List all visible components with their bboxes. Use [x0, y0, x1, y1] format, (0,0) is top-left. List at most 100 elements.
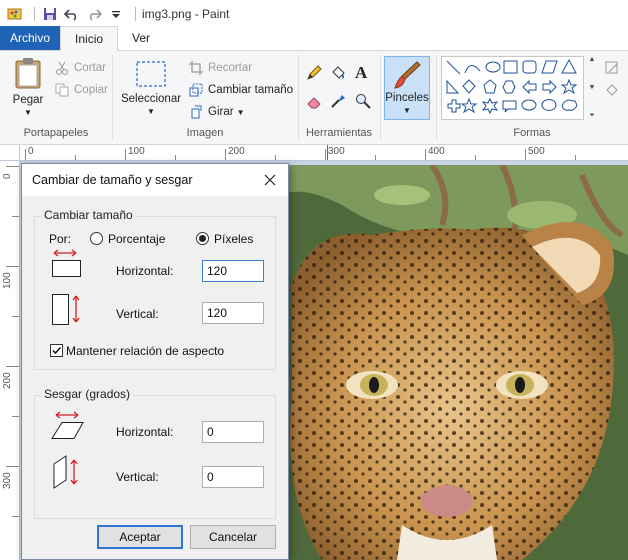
skew-horizontal-input[interactable]	[202, 421, 264, 443]
copy-icon	[54, 82, 70, 98]
eraser-tool[interactable]	[306, 93, 322, 109]
dialog-title: Cambiar de tamaño y sesgar	[32, 173, 193, 187]
dialog-titlebar: Cambiar de tamaño y sesgar	[22, 164, 288, 196]
by-label: Por:	[49, 232, 72, 246]
resize-horizontal-icon	[50, 248, 84, 281]
window-title: img3.png - Paint	[142, 6, 230, 21]
paste-label: Pegar	[12, 94, 44, 106]
vertical-ruler-ticks	[6, 166, 19, 517]
crop-label: Recortar	[208, 62, 253, 74]
crop-button[interactable]: Recortar	[188, 60, 252, 76]
canvas-image[interactable]	[282, 165, 628, 560]
redo-icon[interactable]	[85, 5, 103, 23]
rotate-button[interactable]: Girar ▼	[188, 104, 244, 120]
resize-label: Cambiar tamaño	[208, 84, 294, 96]
fill-tool[interactable]	[330, 65, 346, 81]
keep-ratio-checkbox[interactable]	[50, 344, 63, 357]
shape-outline-icon	[605, 61, 618, 74]
shapes-gallery[interactable]	[441, 56, 584, 120]
title-bar: img3.png - Paint	[0, 0, 628, 27]
keep-ratio-label: Mantener relación de aspecto	[66, 344, 225, 358]
scissors-icon	[54, 60, 70, 76]
ruler-corner	[0, 145, 20, 161]
copy-label: Copiar	[74, 84, 108, 96]
fill-button[interactable]	[604, 82, 620, 98]
resize-legend: Cambiar tamaño	[41, 208, 136, 222]
ruler-top-label: 500	[528, 146, 545, 157]
cut-label: Cortar	[74, 62, 106, 74]
color-picker-tool[interactable]	[330, 93, 346, 109]
ribbon-tabs: Archivo Inicio Ver	[0, 26, 628, 51]
cancel-button[interactable]: Cancelar	[190, 525, 276, 549]
clipboard-group-label: Portapapeles	[23, 127, 89, 139]
image-group-label: Imagen	[186, 127, 224, 139]
brushes-button[interactable]: Pinceles ▼	[384, 56, 430, 120]
magnifier-tool[interactable]	[355, 93, 371, 109]
shapes-group-label: Formas	[513, 127, 551, 139]
rotate-icon	[188, 104, 204, 120]
shape-fill-icon	[606, 84, 618, 96]
resize-vertical-input[interactable]	[202, 302, 264, 324]
resize-horizontal-label: Horizontal:	[116, 264, 174, 278]
brush-icon	[394, 61, 421, 89]
pixels-radio[interactable]	[196, 232, 209, 245]
shapes-more-icon[interactable]: ⏷	[589, 112, 595, 120]
quick-access-dropdown-icon[interactable]	[107, 5, 125, 23]
paint-app-icon	[6, 5, 24, 23]
ruler-left-label: 200	[2, 372, 13, 389]
cut-button[interactable]: Cortar	[54, 60, 106, 76]
resize-skew-dialog: Cambiar de tamaño y sesgar Cambiar tamañ…	[21, 163, 289, 560]
shapes-scroll-down-icon[interactable]: ▼	[589, 84, 596, 91]
leopard-photo	[282, 165, 628, 560]
rotate-label: Girar	[208, 106, 234, 118]
undo-icon[interactable]	[63, 5, 81, 23]
tab-ver[interactable]: Ver	[118, 26, 164, 50]
tab-inicio[interactable]: Inicio	[60, 26, 119, 51]
pencil-icon	[307, 65, 322, 80]
percent-label: Porcentaje	[108, 232, 166, 246]
skew-legend: Sesgar (grados)	[41, 387, 134, 401]
titlebar-divider	[34, 6, 35, 21]
shapes-icons	[446, 58, 578, 115]
close-icon[interactable]	[262, 172, 278, 188]
paint-bucket-icon	[332, 66, 345, 79]
ruler-top-label: 100	[128, 146, 145, 157]
select-button[interactable]: Seleccionar ▼	[118, 59, 184, 116]
ruler-top-label: 200	[228, 146, 245, 157]
save-icon[interactable]	[41, 5, 59, 23]
skew-vertical-label: Vertical:	[116, 470, 159, 484]
magnifier-icon	[356, 94, 371, 109]
skew-vertical-input[interactable]	[202, 466, 264, 488]
select-dropdown-icon[interactable]: ▼	[147, 107, 155, 116]
eraser-icon	[307, 97, 321, 109]
rotate-dropdown-icon[interactable]: ▼	[237, 108, 245, 117]
ruler-top-label: 300	[328, 146, 345, 157]
ruler-top-label: 0	[28, 146, 34, 157]
percent-radio[interactable]	[90, 232, 103, 245]
horizontal-ruler: 0 100 200 300 400 500	[20, 145, 628, 161]
select-label: Seleccionar	[120, 93, 182, 105]
shapes-scroll-up-icon[interactable]: ▲	[589, 56, 596, 63]
tab-archivo[interactable]: Archivo	[0, 26, 61, 50]
tools-group-label: Herramientas	[305, 127, 373, 139]
ruler-top-label: 400	[428, 146, 445, 157]
brushes-label: Pinceles	[385, 92, 429, 104]
text-tool[interactable]: A	[355, 63, 367, 83]
shapes-scroll[interactable]: ▲ ▼ ⏷	[585, 56, 599, 120]
brushes-dropdown-icon[interactable]: ▼	[403, 106, 411, 115]
paste-button[interactable]: Pegar ▼	[8, 57, 48, 117]
pixels-label: Píxeles	[214, 232, 254, 246]
skew-vertical-icon	[50, 454, 84, 493]
resize-icon	[188, 82, 204, 98]
resize-vertical-label: Vertical:	[116, 307, 159, 321]
titlebar-divider	[135, 6, 136, 21]
resize-button[interactable]: Cambiar tamaño	[188, 82, 293, 98]
resize-horizontal-input[interactable]	[202, 260, 264, 282]
outline-button[interactable]	[604, 60, 620, 76]
pencil-tool[interactable]	[306, 65, 322, 81]
paste-dropdown-icon[interactable]: ▼	[24, 108, 32, 117]
ruler-left-label: 300	[2, 472, 13, 489]
ok-button[interactable]: Aceptar	[97, 525, 183, 549]
copy-button[interactable]: Copiar	[54, 82, 108, 98]
clipboard-icon	[15, 58, 41, 89]
